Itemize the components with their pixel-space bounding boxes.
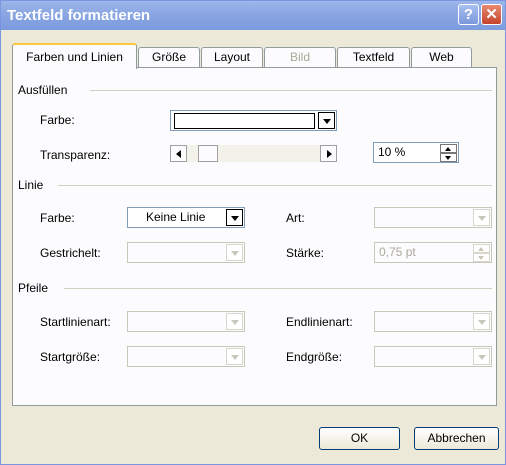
chevron-down-icon	[226, 313, 243, 330]
dash-label: Gestrichelt:	[40, 246, 101, 260]
line-color-value: Keine Linie	[146, 210, 206, 224]
begin-size-label: Startgröße:	[40, 350, 101, 364]
line-weight-value: 0,75 pt	[379, 245, 416, 259]
spin-up-icon[interactable]	[440, 144, 457, 153]
line-style-label: Art:	[286, 211, 305, 225]
close-icon: ✕	[485, 6, 498, 23]
scroll-right-icon[interactable]	[320, 145, 337, 162]
tab-size[interactable]: Größe	[138, 47, 200, 68]
chevron-down-icon	[226, 244, 243, 261]
arrows-section-title: Pfeile	[18, 281, 49, 295]
line-color-label: Farbe:	[40, 211, 75, 225]
scroll-left-icon[interactable]	[170, 145, 187, 162]
line-style-dropdown	[374, 207, 492, 228]
tab-textbox[interactable]: Textfeld	[337, 47, 410, 68]
line-color-dropdown[interactable]: Keine Linie	[127, 207, 245, 228]
line-weight-label: Stärke:	[286, 246, 325, 260]
line-weight-spinner: 0,75 pt	[374, 242, 492, 263]
fill-color-dropdown[interactable]	[170, 110, 337, 131]
line-divider	[58, 185, 492, 186]
transparency-spinner[interactable]: 10 %	[373, 142, 459, 163]
arrows-divider	[64, 288, 492, 289]
tab-picture: Bild	[264, 47, 336, 68]
close-button[interactable]: ✕	[481, 4, 502, 25]
spin-down-icon[interactable]	[440, 153, 457, 162]
dash-dropdown	[127, 242, 245, 263]
window-title: Textfeld formatieren	[7, 7, 151, 24]
transparency-slider-thumb[interactable]	[198, 145, 218, 162]
fill-color-swatch	[174, 113, 315, 129]
tab-web[interactable]: Web	[411, 47, 472, 68]
chevron-down-icon	[473, 209, 490, 226]
title-bar[interactable]: Textfeld formatieren ? ✕	[1, 1, 505, 30]
end-style-label: Endlinienart:	[286, 315, 353, 329]
spin-up-icon	[473, 244, 490, 253]
begin-size-dropdown	[127, 346, 245, 367]
end-size-label: Endgröße:	[286, 350, 343, 364]
transparency-label: Transparenz:	[40, 148, 111, 162]
ok-button[interactable]: OK	[319, 427, 400, 450]
end-size-dropdown	[374, 346, 492, 367]
tab-colors-and-lines[interactable]: Farben und Linien	[12, 43, 137, 69]
line-section-title: Linie	[18, 178, 44, 192]
tab-layout[interactable]: Layout	[201, 47, 263, 68]
fill-section-title: Ausfüllen	[18, 83, 68, 97]
chevron-down-icon[interactable]	[318, 112, 335, 129]
transparency-slider[interactable]	[170, 145, 337, 162]
chevron-down-icon	[226, 348, 243, 365]
chevron-down-icon	[473, 313, 490, 330]
cancel-button[interactable]: Abbrechen	[414, 427, 499, 450]
help-icon: ?	[463, 6, 474, 23]
transparency-value: 10 %	[378, 145, 406, 159]
chevron-down-icon	[473, 348, 490, 365]
begin-style-dropdown	[127, 311, 245, 332]
spin-down-icon	[473, 253, 490, 262]
fill-color-label: Farbe:	[40, 113, 75, 127]
help-button[interactable]: ?	[458, 4, 479, 25]
fill-divider	[90, 90, 492, 91]
format-textbox-dialog: Textfeld formatieren ? ✕ Farben und Lini…	[0, 0, 506, 465]
begin-style-label: Startlinienart:	[40, 315, 111, 329]
chevron-down-icon[interactable]	[226, 209, 243, 226]
end-style-dropdown	[374, 311, 492, 332]
